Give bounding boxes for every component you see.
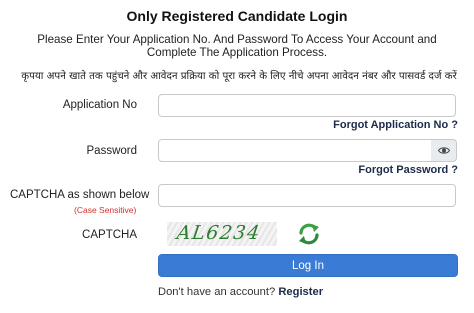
refresh-icon bbox=[299, 223, 319, 245]
password-label: Password bbox=[86, 145, 138, 157]
page-title: Only Registered Candidate Login bbox=[126, 8, 348, 24]
register-link[interactable]: Register bbox=[278, 286, 323, 298]
application-no-input[interactable] bbox=[158, 94, 456, 117]
captcha-input[interactable] bbox=[158, 184, 456, 207]
no-account-text: Don't have an account? bbox=[158, 286, 276, 298]
eye-icon bbox=[437, 147, 450, 154]
captcha-image: AL6234 bbox=[167, 222, 277, 246]
forgot-password-link[interactable]: Forgot Password ? bbox=[358, 164, 458, 176]
captcha-code: AL6234 bbox=[175, 222, 263, 244]
application-no-label: Application No bbox=[62, 99, 137, 111]
refresh-captcha-button[interactable] bbox=[297, 222, 321, 246]
captcha-input-label: CAPTCHA as shown below bbox=[10, 189, 150, 201]
password-input[interactable] bbox=[158, 139, 432, 162]
captcha-label: CAPTCHA bbox=[82, 229, 137, 241]
instruction-text-hindi: कृपया अपने खाते तक पहुंचने और आवेदन प्रक… bbox=[21, 71, 457, 82]
instruction-text: Please Enter Your Application No. And Pa… bbox=[37, 33, 437, 59]
register-row: Don't have an account? Register bbox=[158, 286, 323, 298]
case-sensitive-note: (Case Sensitive) bbox=[74, 205, 137, 215]
show-password-toggle[interactable] bbox=[431, 139, 457, 162]
login-button[interactable]: Log In bbox=[158, 254, 458, 277]
forgot-application-no-link[interactable]: Forgot Application No ? bbox=[333, 119, 458, 131]
